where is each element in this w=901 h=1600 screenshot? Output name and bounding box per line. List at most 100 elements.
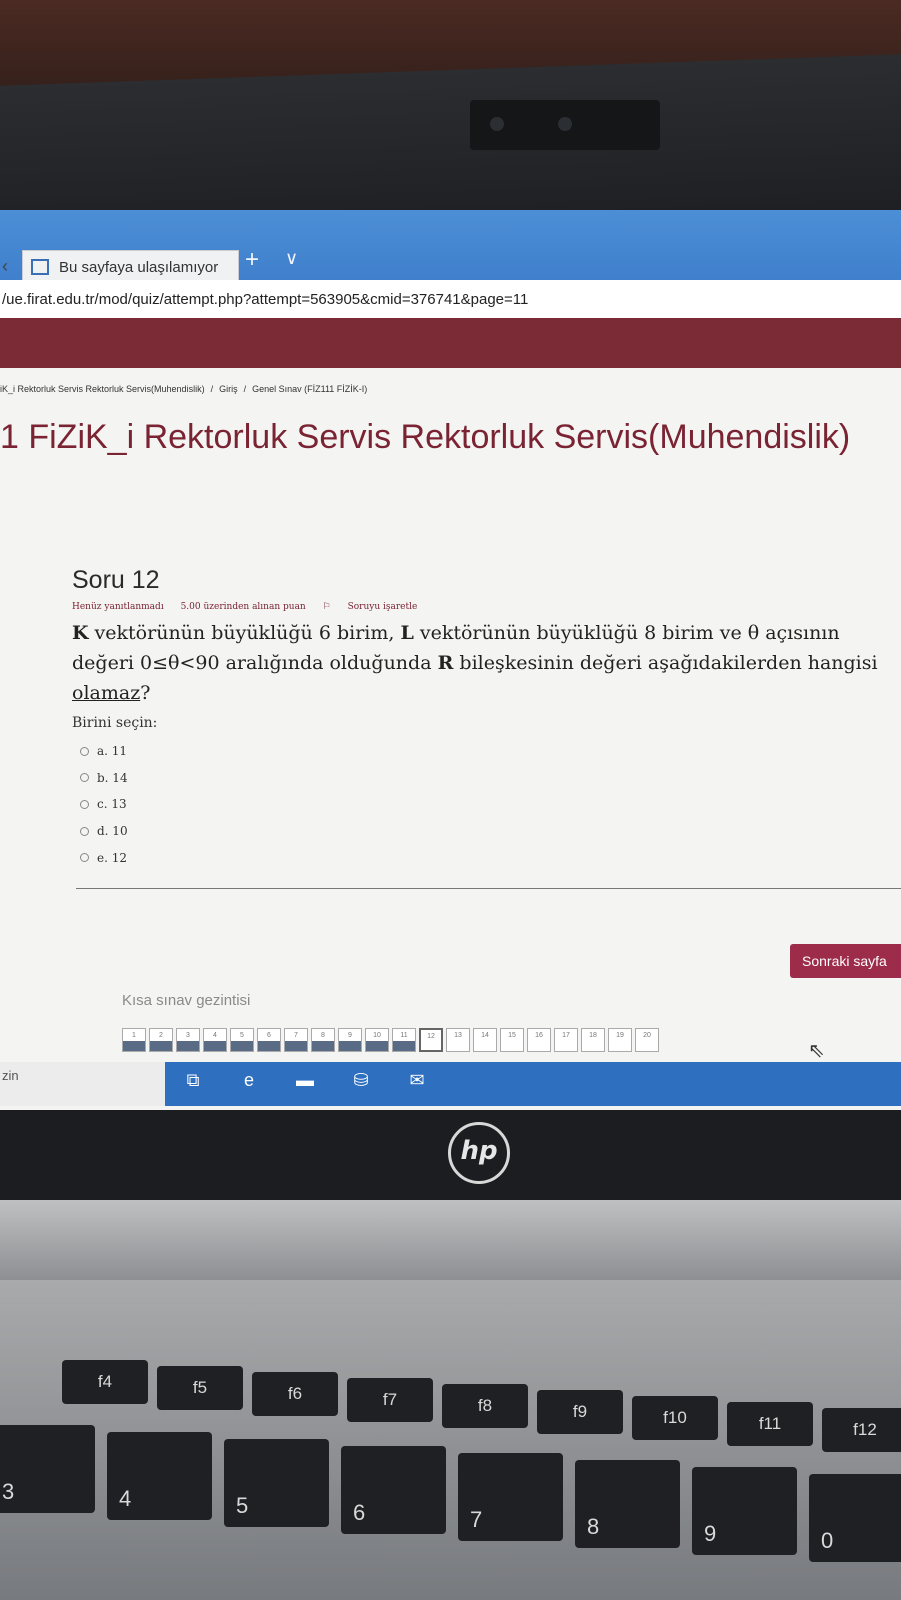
quiz-nav-question-2[interactable]: 2: [149, 1028, 173, 1052]
number-key: 3: [0, 1425, 95, 1513]
webcam-module: [470, 100, 660, 150]
answer-option-c[interactable]: c. 13: [80, 791, 128, 818]
taskbar-search-box[interactable]: zin: [0, 1062, 165, 1106]
browser-tab[interactable]: Bu sayfaya ulaşılamıyor: [22, 250, 239, 283]
quiz-nav-question-6[interactable]: 6: [257, 1028, 281, 1052]
answer-option-b[interactable]: b. 14: [80, 765, 128, 792]
breadcrumb-item-giris[interactable]: Giriş: [219, 384, 238, 394]
answer-options: a. 11 b. 14 c. 13 d. 10 e. 12: [80, 738, 128, 871]
breadcrumb-separator: /: [210, 384, 214, 394]
mail-icon[interactable]: ✉: [404, 1070, 430, 1094]
store-icon[interactable]: ⛁: [348, 1070, 374, 1094]
back-arrow-icon[interactable]: ‹: [2, 256, 8, 277]
quiz-nav-question-8[interactable]: 8: [311, 1028, 335, 1052]
quiz-nav-question-14[interactable]: 14: [473, 1028, 497, 1052]
question-text-part: vektörünün büyüklüğü 6 birim,: [88, 622, 401, 644]
question-end: ?: [140, 682, 151, 704]
flag-label: Soruyu işaretle: [347, 602, 418, 612]
breadcrumb-item-exam[interactable]: Genel Sınav (FİZ111 FİZİK-I): [252, 384, 367, 394]
quiz-nav-question-13[interactable]: 13: [446, 1028, 470, 1052]
number-key: 6: [341, 1446, 446, 1534]
function-key: f11: [727, 1402, 813, 1446]
new-tab-button[interactable]: +: [245, 246, 259, 274]
laptop-screen: ‹ Bu sayfaya ulaşılamıyor + ∨ /ue.firat.…: [0, 210, 901, 1135]
quiz-navigation-title: Kısa sınav gezintisi: [122, 992, 251, 1009]
function-key: f12: [822, 1408, 901, 1452]
radio-button[interactable]: [80, 853, 89, 863]
quiz-nav-question-10[interactable]: 10: [365, 1028, 389, 1052]
quiz-nav-question-15[interactable]: 15: [500, 1028, 524, 1052]
question-info: Henüz yanıtlanmadı 5.00 üzerinden alınan…: [72, 602, 445, 612]
function-key: f9: [537, 1390, 623, 1434]
number-key: 8: [575, 1460, 680, 1548]
page-title: 1 FiZiK_i Rektorluk Servis Rektorluk Ser…: [0, 418, 851, 456]
divider: [76, 888, 901, 889]
option-label: a. 11: [97, 744, 128, 759]
answer-option-a[interactable]: a. 11: [80, 738, 128, 765]
breadcrumb-separator: /: [243, 384, 247, 394]
number-key: 4: [107, 1432, 212, 1520]
function-key: f10: [632, 1396, 718, 1440]
radio-button[interactable]: [80, 773, 89, 783]
quiz-nav-question-18[interactable]: 18: [581, 1028, 605, 1052]
quiz-nav-question-3[interactable]: 3: [176, 1028, 200, 1052]
number-key: 7: [458, 1453, 563, 1541]
function-key: f7: [347, 1378, 433, 1422]
quiz-nav-question-7[interactable]: 7: [284, 1028, 308, 1052]
quiz-nav-question-5[interactable]: 5: [230, 1028, 254, 1052]
radio-button[interactable]: [80, 799, 89, 809]
task-view-icon[interactable]: ⧉: [180, 1070, 206, 1094]
breadcrumb: iK_i Rektorluk Servis Rektorluk Servis(M…: [0, 384, 367, 394]
hp-logo: hp: [448, 1122, 510, 1184]
flag-icon: ⚐: [322, 602, 331, 612]
radio-button[interactable]: [80, 826, 89, 836]
option-label: b. 14: [97, 770, 128, 785]
answer-option-d[interactable]: d. 10: [80, 818, 128, 845]
vector-r: R: [437, 652, 454, 674]
option-label: c. 13: [97, 797, 127, 812]
edge-icon[interactable]: e: [236, 1070, 262, 1094]
windows-taskbar: zin ⧉ e ▬ ⛁ ✉: [0, 1062, 901, 1106]
page-icon: [31, 259, 49, 275]
laptop-hinge: [0, 1200, 901, 1280]
vector-l: L: [400, 622, 414, 644]
question-status: Henüz yanıtlanmadı: [72, 602, 164, 612]
question-grade: 5.00 üzerinden alınan puan: [180, 602, 306, 612]
quiz-nav-question-1[interactable]: 1: [122, 1028, 146, 1052]
question-heading: Soru 12: [72, 566, 160, 594]
option-label: d. 10: [97, 824, 128, 839]
question-emphasis: olamaz: [72, 682, 141, 704]
function-key: f5: [157, 1366, 243, 1410]
mouse-cursor-icon: ⇖: [808, 1040, 825, 1062]
quiz-nav-question-16[interactable]: 16: [527, 1028, 551, 1052]
quiz-nav-question-19[interactable]: 19: [608, 1028, 632, 1052]
quiz-nav-question-11[interactable]: 11: [392, 1028, 416, 1052]
vector-k: K: [72, 622, 89, 644]
quiz-nav-question-20[interactable]: 20: [635, 1028, 659, 1052]
function-key: f8: [442, 1384, 528, 1428]
number-key: 5: [224, 1439, 329, 1527]
quiz-nav-question-4[interactable]: 4: [203, 1028, 227, 1052]
quiz-nav-question-17[interactable]: 17: [554, 1028, 578, 1052]
site-header-bar: [0, 318, 901, 368]
next-page-button[interactable]: Sonraki sayfa: [790, 944, 901, 978]
quiz-nav-question-12[interactable]: 12: [419, 1028, 443, 1052]
flag-question-link[interactable]: ⚐ Soruyu işaretle: [323, 602, 432, 612]
quiz-navigation-grid: 1 2 3 4 5 6 7 8 9 10 11 12 13 14 15 16 17 18 19 20: [122, 1028, 662, 1052]
question-text: K vektörünün büyüklüğü 6 birim, L vektör…: [72, 618, 892, 708]
function-key: f4: [62, 1360, 148, 1404]
number-key: 0: [809, 1474, 901, 1562]
answer-option-e[interactable]: e. 12: [80, 844, 128, 871]
quiz-nav-question-9[interactable]: 9: [338, 1028, 362, 1052]
address-bar[interactable]: /ue.firat.edu.tr/mod/quiz/attempt.php?at…: [0, 280, 901, 319]
answer-prompt: Birini seçin:: [72, 715, 158, 731]
breadcrumb-item-course[interactable]: iK_i Rektorluk Servis Rektorluk Servis(M…: [0, 384, 205, 394]
radio-button[interactable]: [80, 746, 89, 756]
number-key: 9: [692, 1467, 797, 1555]
browser-tab-bar: ‹ Bu sayfaya ulaşılamıyor + ∨: [0, 210, 901, 283]
question-text-part: bileşkesinin değeri aşağıdakilerden hang…: [453, 652, 878, 674]
file-explorer-icon[interactable]: ▬: [292, 1070, 318, 1094]
tab-title: Bu sayfaya ulaşılamıyor: [59, 258, 219, 276]
tab-menu-chevron-icon[interactable]: ∨: [285, 248, 298, 269]
option-label: e. 12: [97, 850, 127, 865]
